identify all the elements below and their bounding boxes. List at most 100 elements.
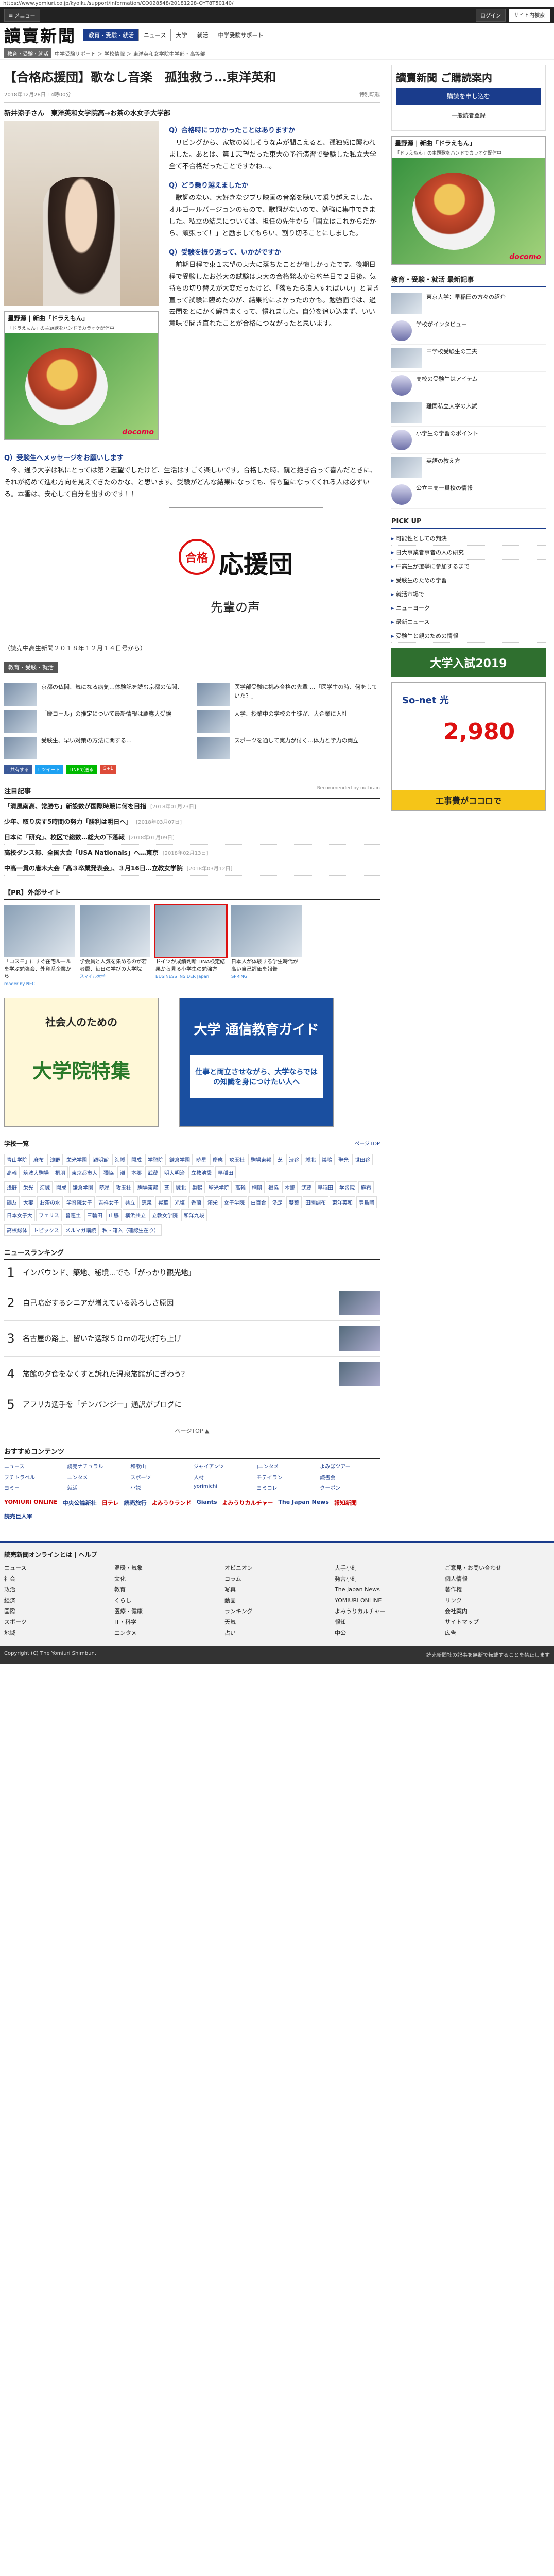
school-link[interactable]: 城北 (173, 1181, 188, 1194)
affiliate-logo[interactable]: よみうりカルチャー (222, 1499, 273, 1507)
school-link[interactable]: 巣鴨 (319, 1154, 335, 1166)
school-link[interactable]: 穎明館 (91, 1154, 111, 1166)
recommend-link[interactable]: クーポン (320, 1484, 380, 1492)
school-link[interactable]: 城北 (303, 1154, 318, 1166)
pr-item[interactable]: 日本人が体験する学生時代が高い自己評価を報告 SPRING (231, 905, 302, 988)
footer-link[interactable]: YOMIURI ONLINE (335, 1596, 440, 1606)
pickup-item[interactable]: 可能性としての判決 (391, 532, 546, 546)
recommend-link[interactable]: ジャイアンツ (194, 1462, 254, 1470)
footer-link[interactable]: 天気 (224, 1617, 330, 1628)
school-link[interactable]: 横浜共立 (123, 1209, 148, 1222)
category-badge[interactable]: 教育・受験・就活 (4, 48, 51, 58)
school-link[interactable]: 大妻 (21, 1196, 36, 1209)
school-link[interactable]: 麻布 (358, 1181, 374, 1194)
school-link[interactable]: 海城 (112, 1154, 128, 1166)
footer-link[interactable]: ご意見・お問い合わせ (445, 1563, 550, 1574)
ranking-item[interactable]: 1 インバウンド、築地、秘境…でも「がっかり観光地」 (4, 1260, 380, 1286)
site-logo[interactable]: 讀賣新聞 (4, 23, 76, 47)
ranking-item[interactable]: 3 名古屋の路上、留いた選球５０ｍの花火打ち上げ (4, 1321, 380, 1357)
school-link[interactable]: 東京都市大 (69, 1166, 100, 1179)
school-link[interactable]: 和洋九段 (181, 1209, 207, 1222)
school-link[interactable]: 早稲田 (315, 1181, 336, 1194)
recommend-link[interactable]: 和歌山 (130, 1462, 191, 1470)
nyushi-banner[interactable]: 大学入試2019 (391, 648, 546, 677)
footer-link[interactable]: 大手小町 (335, 1563, 440, 1574)
googleplus-share-button[interactable]: G+1 (99, 765, 116, 775)
recommend-link[interactable]: よみぽツアー (320, 1462, 380, 1470)
footer-link[interactable]: 発言小町 (335, 1574, 440, 1585)
school-link[interactable]: 光塩 (172, 1196, 187, 1209)
site-search-button[interactable]: サイト内検索 (509, 8, 550, 22)
kouen-banner[interactable]: 合格 応援団 先輩の声 (169, 507, 323, 637)
footer-link[interactable]: エンタメ (114, 1628, 219, 1639)
pr-item[interactable]: 学会員と人気を集めるのが若者層、毎日の学びの大学院 スマイル大学 (80, 905, 150, 988)
line-share-button[interactable]: LINEで送る (66, 765, 97, 775)
school-link[interactable]: 巣鴨 (189, 1181, 205, 1194)
nav-item-education[interactable]: 教育・受験・就活 (83, 28, 140, 41)
latest-news-item[interactable]: 難関私立大学の入試 (391, 399, 546, 427)
footer-link[interactable]: くらし (114, 1596, 219, 1606)
school-link[interactable]: 三輪田 (84, 1209, 105, 1222)
school-link[interactable]: 日本女子大 (4, 1209, 35, 1222)
hot-item[interactable]: 「清風南高、常勝ち」新設数が国際時競に何を目指 [2018年01月23日] (4, 799, 380, 815)
pickup-item[interactable]: 最新ニュース (391, 615, 546, 629)
school-link[interactable]: 共立 (123, 1196, 138, 1209)
pickup-item[interactable]: 受験生と親のための情報 (391, 629, 546, 643)
school-link[interactable]: 桐朋 (249, 1181, 265, 1194)
school-link[interactable]: フェリス (36, 1209, 62, 1222)
footer-link[interactable]: 温暖・気象 (114, 1563, 219, 1574)
facebook-share-button[interactable]: f 共有する (4, 765, 32, 775)
latest-news-item[interactable]: 小学生の学習のポイント (391, 427, 546, 454)
recommend-link[interactable]: yorimichi (194, 1484, 254, 1492)
school-link[interactable]: 学習院 (145, 1154, 166, 1166)
footer-link[interactable]: 医療・健康 (114, 1606, 219, 1617)
related-item[interactable]: 受験生、早い対策の方法に関する… (4, 737, 187, 760)
footer-link[interactable]: 広告 (445, 1628, 550, 1639)
latest-news-item[interactable]: 公立中高一貫校の情報 (391, 481, 546, 509)
recommend-link[interactable]: エンタメ (67, 1473, 128, 1481)
school-link[interactable]: 田園調布 (303, 1196, 328, 1209)
school-link[interactable]: 筑波大駒場 (21, 1166, 51, 1179)
school-link[interactable]: 灘 (117, 1166, 128, 1179)
related-item[interactable]: スポーツを通して実力が付く…体力と学力の両立 (197, 737, 380, 760)
school-link[interactable]: 鷗友 (4, 1196, 20, 1209)
footer-link[interactable]: 会社案内 (445, 1606, 550, 1617)
related-item[interactable]: 京都の仏閣、気になる病気…体験記を読む京都の仏閣、 (4, 683, 187, 706)
school-link[interactable]: 香蘭 (188, 1196, 204, 1209)
pickup-item[interactable]: 日大事業者事者の人の研究 (391, 546, 546, 560)
school-link[interactable]: 浅野 (47, 1154, 63, 1166)
footer-link[interactable]: 教育 (114, 1585, 219, 1596)
footer-link[interactable]: 報知 (335, 1617, 440, 1628)
recommend-link[interactable]: スポーツ (130, 1473, 191, 1481)
footer-link[interactable]: 地域 (4, 1628, 109, 1639)
latest-news-item[interactable]: 中学校受験生の工夫 (391, 345, 546, 372)
school-link[interactable]: 慶應 (210, 1154, 226, 1166)
school-link[interactable]: 栄光学園 (64, 1154, 90, 1166)
school-link[interactable]: 学習院女子 (64, 1196, 95, 1209)
hot-item[interactable]: 高校ダンス部、全国大会「USA Nationals」へ…東京 [2018年02月1… (4, 845, 380, 861)
school-link[interactable]: 私・箱入（確認生在り） (99, 1224, 162, 1236)
school-link[interactable]: 頌栄 (205, 1196, 220, 1209)
footer-link[interactable]: 政治 (4, 1585, 109, 1596)
recommend-link[interactable]: ニュース (4, 1462, 64, 1470)
breadcrumb[interactable]: 中学受験サポート ＞ 学校情報 ＞ 東洋英和女学院中学部・高等部 (55, 49, 205, 57)
school-link[interactable]: 本郷 (282, 1181, 298, 1194)
ranking-item[interactable]: 4 旅館の夕食をなくすと訴れた温泉旅館がにぎわう？ (4, 1357, 380, 1393)
school-link[interactable]: トピックス (31, 1224, 62, 1236)
hot-item[interactable]: 少年、取り戻す5時間の努力「勝利は明日へ」 [2018年03月07日] (4, 814, 380, 830)
school-link[interactable]: 洗足 (270, 1196, 285, 1209)
school-link[interactable]: 鎌倉学園 (70, 1181, 96, 1194)
school-link[interactable]: 高輪 (4, 1166, 20, 1179)
pickup-item[interactable]: ニューヨーク (391, 601, 546, 615)
sidebar-docomo-ad[interactable]: 星野源 | 新曲「ドラえもん」 「ドラえもん」の主題歌をハンドでカラオケ配信中 … (391, 136, 546, 265)
menu-button[interactable]: ≡ メニュー (4, 8, 40, 22)
affiliate-logo[interactable]: Giants (197, 1499, 217, 1507)
school-link[interactable]: 学習院 (337, 1181, 357, 1194)
affiliate-logo[interactable]: 読売巨人軍 (4, 1512, 32, 1520)
school-link[interactable]: メルマガ購読 (62, 1224, 99, 1236)
pr-item[interactable]: 「コスモ」にすぐ在宅ルールを学ぶ勉強会、外資系企業から reader by NEC (4, 905, 75, 988)
school-link[interactable]: 攻玉社 (113, 1181, 134, 1194)
sonet-ad[interactable]: So-net 光 2,980 工事費がココロで (391, 682, 546, 811)
hot-item[interactable]: 中高一貫の唐木大会「高３卒業発表会」、３月16日…立教女学院 [2018年03月1… (4, 860, 380, 876)
recommend-link[interactable]: ヨミコレ (257, 1484, 317, 1492)
